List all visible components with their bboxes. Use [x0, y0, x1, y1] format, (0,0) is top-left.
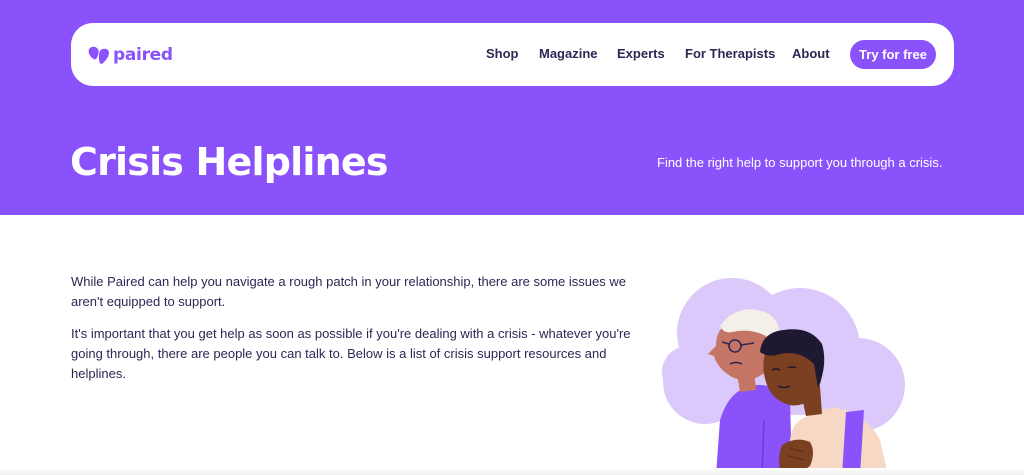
brand-name: paired [113, 45, 173, 65]
intro-paragraph: It's important that you get help as soon… [71, 326, 631, 381]
hero-banner: paired Shop Magazine Experts For Therapi… [0, 0, 1024, 215]
page-subtitle: Find the right help to support you throu… [657, 155, 943, 170]
nav-link-magazine[interactable]: Magazine [539, 46, 598, 61]
heart-logo-icon [88, 46, 110, 64]
nav-link-experts[interactable]: Experts [617, 46, 665, 61]
intro-text: While Paired can help you navigate a rou… [71, 272, 646, 384]
try-for-free-button[interactable]: Try for free [850, 40, 936, 69]
nav-link-shop[interactable]: Shop [486, 46, 519, 61]
page-title: Crisis Helplines [70, 140, 388, 184]
nav-link-about[interactable]: About [792, 46, 830, 61]
brand-logo[interactable]: paired [88, 43, 173, 67]
top-navbar: paired Shop Magazine Experts For Therapi… [71, 23, 954, 86]
intro-paragraph: While Paired can help you navigate a rou… [71, 274, 626, 309]
nav-link-for-therapists[interactable]: For Therapists [685, 46, 775, 61]
section-divider-shadow [0, 468, 1024, 475]
support-illustration [662, 278, 905, 475]
